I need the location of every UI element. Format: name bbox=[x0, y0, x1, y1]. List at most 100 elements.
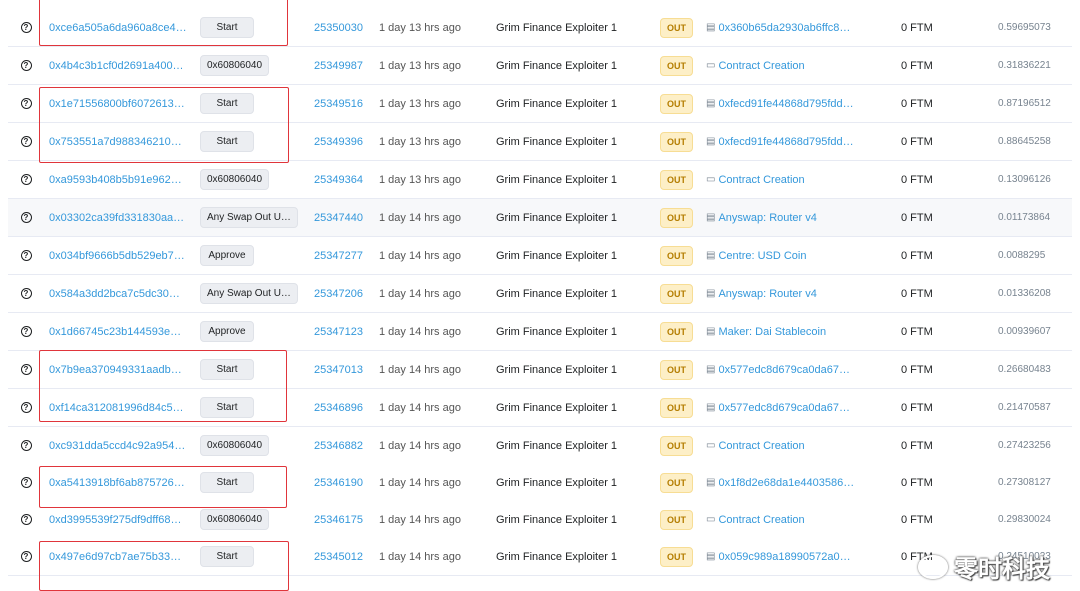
txn-hash-link[interactable]: 0xa5413918bf6ab875726… bbox=[49, 464, 185, 501]
to-address-link[interactable]: ▤ 0x1f8d2e68da1e4403586… bbox=[706, 464, 854, 501]
block-link[interactable]: 25349364 bbox=[314, 161, 363, 198]
preview-cell[interactable]: ? bbox=[16, 9, 36, 46]
eye-icon[interactable]: ? bbox=[20, 98, 32, 109]
txn-hash-link[interactable]: 0xce6a505a6da960a8ce4… bbox=[49, 9, 187, 46]
txn-hash-link[interactable]: 0x584a3dd2bca7c5dc30… bbox=[49, 275, 180, 312]
block-link[interactable]: 25347440 bbox=[314, 199, 363, 236]
from-address[interactable]: Grim Finance Exploiter 1 bbox=[496, 237, 617, 274]
from-address[interactable]: Grim Finance Exploiter 1 bbox=[496, 47, 617, 84]
preview-cell[interactable]: ? bbox=[16, 351, 36, 388]
preview-cell[interactable]: ? bbox=[16, 389, 36, 426]
txn-hash-link[interactable]: 0xf14ca312081996d84c5… bbox=[49, 389, 184, 426]
eye-icon[interactable]: ? bbox=[20, 364, 32, 375]
eye-icon[interactable]: ? bbox=[20, 250, 32, 261]
from-address[interactable]: Grim Finance Exploiter 1 bbox=[496, 275, 617, 312]
eye-icon[interactable]: ? bbox=[20, 22, 32, 33]
to-address-link[interactable]: ▤ Centre: USD Coin bbox=[706, 237, 807, 274]
preview-cell[interactable]: ? bbox=[16, 275, 36, 312]
eye-icon[interactable]: ? bbox=[20, 551, 32, 562]
to-address-link[interactable]: ▤ 0x577edc8d679ca0da67… bbox=[706, 389, 850, 426]
preview-cell[interactable]: ? bbox=[16, 47, 36, 84]
from-address[interactable]: Grim Finance Exploiter 1 bbox=[496, 85, 617, 122]
eye-icon[interactable]: ? bbox=[20, 212, 32, 223]
block-link[interactable]: 25347123 bbox=[314, 313, 363, 350]
block-link[interactable]: 25346896 bbox=[314, 389, 363, 426]
preview-cell[interactable]: ? bbox=[16, 313, 36, 350]
txn-hash-link[interactable]: 0x4b4c3b1cf0d2691a400… bbox=[49, 47, 184, 84]
from-address[interactable]: Grim Finance Exploiter 1 bbox=[496, 464, 617, 501]
block-link[interactable]: 25347277 bbox=[314, 237, 363, 274]
from-address[interactable]: Grim Finance Exploiter 1 bbox=[496, 123, 617, 160]
txn-hash-link[interactable]: 0xc931dda5ccd4c92a954… bbox=[49, 427, 185, 464]
to-address-text[interactable]: 0x059c989a18990572a0… bbox=[718, 551, 850, 563]
eye-icon[interactable]: ? bbox=[20, 288, 32, 299]
eye-icon[interactable]: ? bbox=[20, 326, 32, 337]
from-address[interactable]: Grim Finance Exploiter 1 bbox=[496, 501, 617, 538]
to-address-text[interactable]: Contract Creation bbox=[718, 60, 804, 72]
eye-icon[interactable]: ? bbox=[20, 514, 32, 525]
from-address[interactable]: Grim Finance Exploiter 1 bbox=[496, 538, 617, 575]
to-address-text[interactable]: Anyswap: Router v4 bbox=[718, 288, 816, 300]
to-address-text[interactable]: 0x577edc8d679ca0da67… bbox=[718, 364, 850, 376]
to-address-text[interactable]: 0x577edc8d679ca0da67… bbox=[718, 402, 850, 414]
preview-cell[interactable]: ? bbox=[16, 85, 36, 122]
block-link[interactable]: 25346190 bbox=[314, 464, 363, 501]
txn-hash-link[interactable]: 0xa9593b408b5b91e962… bbox=[49, 161, 182, 198]
block-link[interactable]: 25349396 bbox=[314, 123, 363, 160]
block-link[interactable]: 25350030 bbox=[314, 9, 363, 46]
to-address-text[interactable]: Maker: Dai Stablecoin bbox=[718, 326, 826, 338]
preview-cell[interactable]: ? bbox=[16, 538, 36, 575]
to-address-link[interactable]: ▤ 0xfecd91fe44868d795fdd… bbox=[706, 123, 854, 160]
eye-icon[interactable]: ? bbox=[20, 440, 32, 451]
to-address-link[interactable]: ▭ Contract Creation bbox=[706, 501, 805, 538]
to-address-link[interactable]: ▤ 0x577edc8d679ca0da67… bbox=[706, 351, 850, 388]
to-address-link[interactable]: ▭ Contract Creation bbox=[706, 427, 805, 464]
preview-cell[interactable]: ? bbox=[16, 161, 36, 198]
preview-cell[interactable]: ? bbox=[16, 464, 36, 501]
from-address[interactable]: Grim Finance Exploiter 1 bbox=[496, 9, 617, 46]
block-link[interactable]: 25345012 bbox=[314, 538, 363, 575]
from-address[interactable]: Grim Finance Exploiter 1 bbox=[496, 313, 617, 350]
txn-hash-link[interactable]: 0x03302ca39fd331830aa… bbox=[49, 199, 184, 236]
txn-hash-link[interactable]: 0x753551a7d988346210… bbox=[49, 123, 182, 160]
eye-icon[interactable]: ? bbox=[20, 477, 32, 488]
to-address-text[interactable]: Contract Creation bbox=[718, 174, 804, 186]
from-address[interactable]: Grim Finance Exploiter 1 bbox=[496, 351, 617, 388]
to-address-link[interactable]: ▭ Contract Creation bbox=[706, 47, 805, 84]
from-address[interactable]: Grim Finance Exploiter 1 bbox=[496, 161, 617, 198]
to-address-text[interactable]: 0x360b65da2930ab6ffc8… bbox=[718, 22, 850, 34]
txn-hash-link[interactable]: 0x034bf9666b5db529eb7… bbox=[49, 237, 185, 274]
to-address-text[interactable]: Centre: USD Coin bbox=[718, 250, 806, 262]
eye-icon[interactable]: ? bbox=[20, 174, 32, 185]
to-address-link[interactable]: ▤ Anyswap: Router v4 bbox=[706, 199, 817, 236]
to-address-link[interactable]: ▤ 0x059c989a18990572a0… bbox=[706, 538, 851, 575]
to-address-text[interactable]: 0xfecd91fe44868d795fdd… bbox=[718, 98, 853, 110]
from-address[interactable]: Grim Finance Exploiter 1 bbox=[496, 199, 617, 236]
preview-cell[interactable]: ? bbox=[16, 501, 36, 538]
preview-cell[interactable]: ? bbox=[16, 199, 36, 236]
eye-icon[interactable]: ? bbox=[20, 402, 32, 413]
block-link[interactable]: 25346175 bbox=[314, 501, 363, 538]
to-address-text[interactable]: 0x1f8d2e68da1e4403586… bbox=[718, 477, 854, 489]
to-address-text[interactable]: Anyswap: Router v4 bbox=[718, 212, 816, 224]
to-address-link[interactable]: ▤ Anyswap: Router v4 bbox=[706, 275, 817, 312]
eye-icon[interactable]: ? bbox=[20, 136, 32, 147]
block-link[interactable]: 25347013 bbox=[314, 351, 363, 388]
block-link[interactable]: 25347206 bbox=[314, 275, 363, 312]
to-address-link[interactable]: ▤ 0xfecd91fe44868d795fdd… bbox=[706, 85, 854, 122]
block-link[interactable]: 25349987 bbox=[314, 47, 363, 84]
to-address-link[interactable]: ▤ Maker: Dai Stablecoin bbox=[706, 313, 826, 350]
preview-cell[interactable]: ? bbox=[16, 427, 36, 464]
to-address-text[interactable]: Contract Creation bbox=[718, 440, 804, 452]
txn-hash-link[interactable]: 0x497e6d97cb7ae75b33… bbox=[49, 538, 181, 575]
to-address-text[interactable]: Contract Creation bbox=[718, 514, 804, 526]
to-address-link[interactable]: ▤ 0x360b65da2930ab6ffc8… bbox=[706, 9, 850, 46]
txn-hash-link[interactable]: 0x1e71556800bf6072613… bbox=[49, 85, 185, 122]
from-address[interactable]: Grim Finance Exploiter 1 bbox=[496, 389, 617, 426]
eye-icon[interactable]: ? bbox=[20, 60, 32, 71]
block-link[interactable]: 25349516 bbox=[314, 85, 363, 122]
preview-cell[interactable]: ? bbox=[16, 123, 36, 160]
to-address-text[interactable]: 0xfecd91fe44868d795fdd… bbox=[718, 136, 853, 148]
preview-cell[interactable]: ? bbox=[16, 237, 36, 274]
txn-hash-link[interactable]: 0x7b9ea370949331aadb… bbox=[49, 351, 182, 388]
